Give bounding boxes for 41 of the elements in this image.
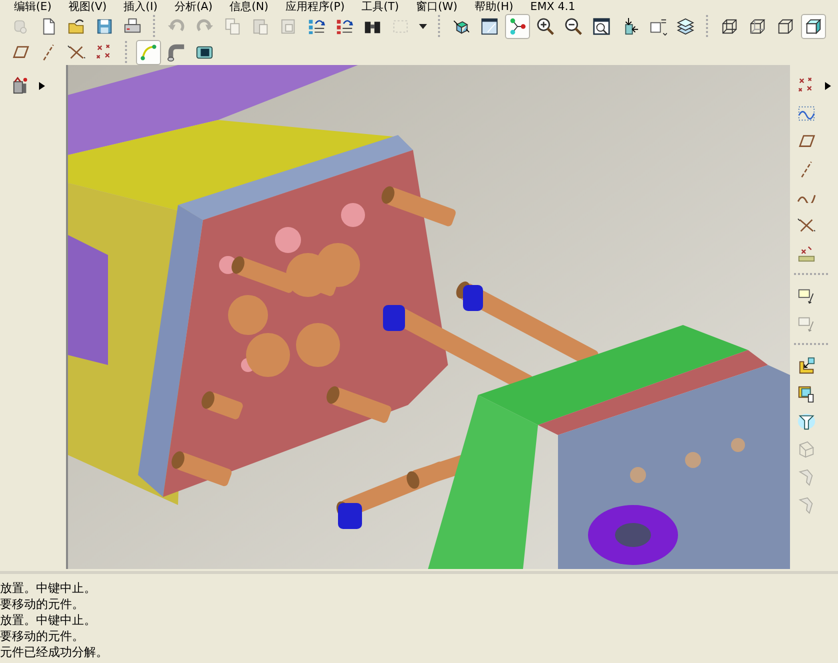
component-arrow-icon: [797, 356, 816, 375]
menu-item[interactable]: 应用程序(P): [285, 0, 345, 13]
component-page-icon: [797, 384, 816, 403]
layers-icon: [676, 16, 695, 36]
points-on-surface-icon: [797, 244, 816, 263]
outline-cube-icon: [776, 16, 795, 36]
hidden-line-cube-icon: [748, 16, 767, 36]
paste-icon: [251, 16, 270, 36]
sketch-curve-icon: [797, 104, 816, 123]
curve-icon: [139, 42, 158, 62]
message-line: 放置。中键中止。: [0, 580, 96, 596]
menu-item[interactable]: 窗口(W): [416, 0, 458, 13]
wireframe-cube-icon: [720, 16, 739, 36]
zoom-in-icon: [536, 16, 555, 36]
menu-item[interactable]: 分析(A): [174, 0, 213, 13]
pipe-icon: [167, 42, 186, 62]
menu-item[interactable]: 编辑(E): [14, 0, 52, 13]
funnel-icon: [797, 412, 816, 431]
menu-item[interactable]: 视图(V): [68, 0, 107, 13]
flyout-arrow-icon[interactable]: [825, 82, 831, 90]
message-line: 要移动的元件。: [0, 596, 84, 612]
zoom-out-icon: [564, 16, 583, 36]
menu-item[interactable]: 工具(T): [362, 0, 399, 13]
caret-icon: [419, 24, 427, 28]
message-line: 放置。中键中止。: [0, 612, 96, 628]
message-line: 要移动的元件。: [0, 628, 84, 644]
refit-icon: [592, 16, 611, 36]
flyout-arrow-icon[interactable]: [39, 82, 45, 90]
printer-icon: [123, 16, 142, 36]
menu-item[interactable]: 插入(I): [124, 0, 158, 13]
folder-icon: [67, 16, 86, 36]
coordinate-system-icon: [67, 42, 86, 62]
menu-item[interactable]: 信息(N): [230, 0, 268, 13]
copy-icon: [223, 16, 242, 36]
menu-item[interactable]: 帮助(H): [474, 0, 514, 13]
menu-item[interactable]: EMX 4.1: [530, 0, 576, 13]
message-line: 元件已经成功分解。: [0, 644, 108, 660]
node-branch-icon: [508, 16, 527, 36]
shaded-cube-icon: [804, 16, 823, 36]
view-panel-icon: [480, 16, 499, 36]
assembly-component-icon: [11, 76, 30, 95]
